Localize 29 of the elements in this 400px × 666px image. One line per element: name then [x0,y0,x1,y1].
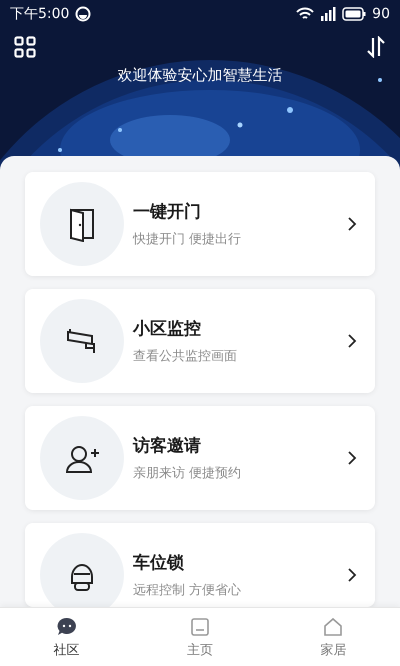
nav-tab[interactable]: 社区 [0,608,134,666]
signal-icon [320,7,336,21]
battery-level: 90 [372,6,390,22]
card-title: 访客邀请 [133,435,202,457]
nav-tab[interactable]: 主页 [133,608,267,666]
chevron-right-icon [347,333,357,349]
wifi-icon [296,7,314,21]
feature-card[interactable]: 一键开门 快捷开门 便捷出行 [25,172,375,276]
status-time: 下午5:00 [10,5,70,23]
chevron-right-icon [347,216,357,232]
card-title: 小区监控 [133,318,202,340]
welcome-text: 欢迎体验安心加智慧生活 [118,66,282,85]
battery-icon [342,7,366,21]
feature-card[interactable]: 小区监控 查看公共监控画面 [25,289,375,393]
card-subtitle: 快捷开门 便捷出行 [133,231,242,248]
feature-card[interactable]: 车位锁 远程控制 方便省心 [25,523,375,607]
card-subtitle: 亲朋来访 便捷预约 [133,465,242,482]
card-subtitle: 查看公共监控画面 [133,348,238,365]
chat-icon [54,616,79,638]
card-subtitle: 远程控制 方便省心 [133,582,242,599]
card-title: 车位锁 [133,552,185,574]
switch-arrows-icon[interactable] [366,36,386,58]
grid-menu-icon[interactable] [14,36,36,58]
chevron-right-icon [347,567,357,583]
app-notification-icon [75,6,92,22]
feature-card[interactable]: 访客邀请 亲朋来访 便捷预约 [25,406,375,510]
nav-tab[interactable]: 家居 [266,608,400,666]
card-title: 一键开门 [133,201,202,223]
chevron-right-icon [347,450,357,466]
